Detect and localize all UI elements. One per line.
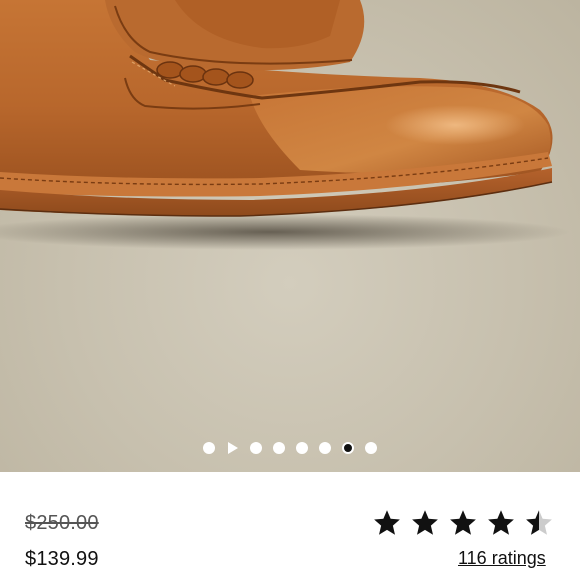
carousel-dot[interactable] (273, 442, 285, 454)
loafer-shoe-image (0, 0, 570, 250)
carousel-dot[interactable] (250, 442, 262, 454)
carousel-dot[interactable] (319, 442, 331, 454)
product-info: $250.00 $139.99 116 ratings (0, 472, 580, 580)
carousel-dot[interactable] (365, 442, 377, 454)
star-full-icon (412, 510, 438, 535)
carousel-indicators (0, 440, 580, 456)
star-full-icon (488, 510, 514, 535)
sale-price: $139.99 (25, 548, 99, 570)
carousel-dot[interactable] (203, 442, 215, 454)
star-rating[interactable] (372, 508, 554, 540)
star-full-icon (374, 510, 400, 535)
carousel-dot[interactable] (296, 442, 308, 454)
ratings-count-link[interactable]: 116 ratings (458, 548, 546, 569)
product-image[interactable] (0, 0, 580, 472)
play-video-icon[interactable] (228, 442, 238, 454)
carousel-dot-active[interactable] (342, 442, 354, 454)
original-price: $250.00 (25, 512, 99, 534)
star-half-icon (526, 510, 552, 535)
star-full-icon (450, 510, 476, 535)
